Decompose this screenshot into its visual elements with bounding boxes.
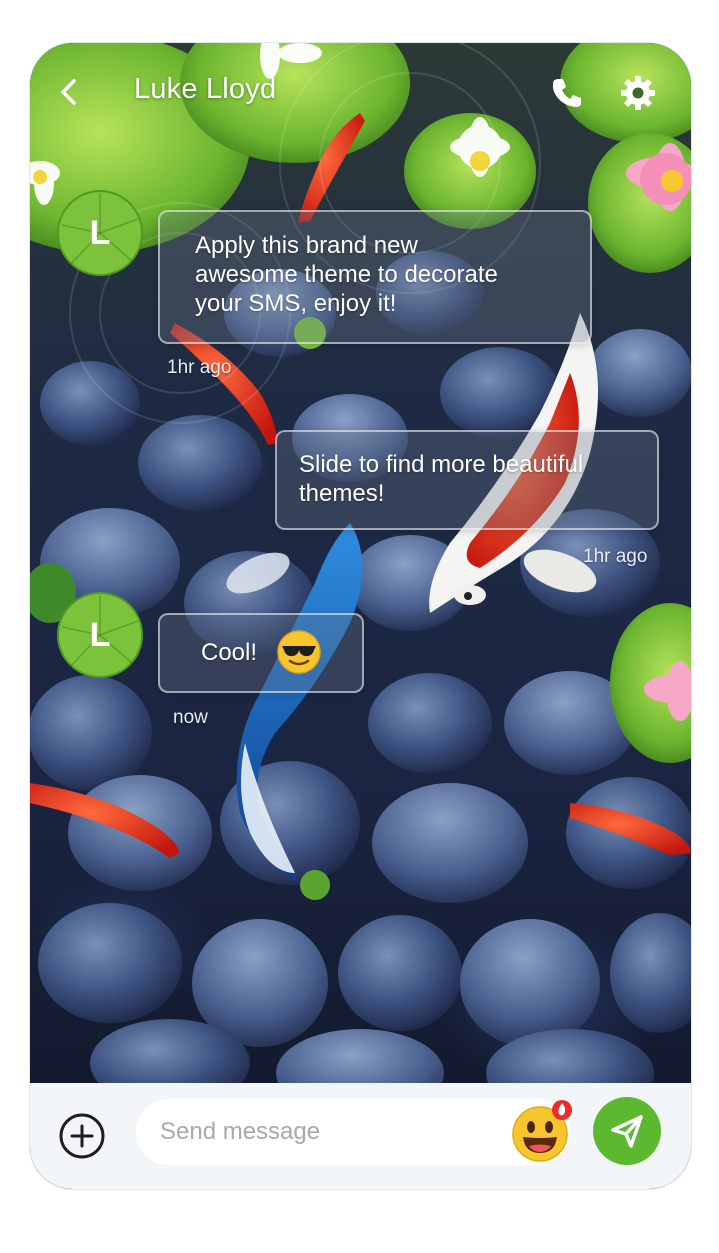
message-text: Slide to find more beautiful themes! [299,451,584,507]
smiley-emoji-icon [512,1100,572,1162]
phone-icon [552,79,581,107]
message-timestamp: now [173,707,208,728]
message-timestamp: 1hr ago [167,357,232,378]
paper-plane-icon [611,1115,643,1148]
emoji-button[interactable] [509,1099,575,1165]
incoming-message-bubble[interactable]: Cool! [158,613,364,693]
call-button[interactable] [549,75,585,111]
message-input[interactable] [136,1099,570,1165]
chevron-left-icon [61,79,76,105]
avatar-initial: L [89,616,111,654]
avatar-initial: L [89,214,111,252]
plus-circle-icon [59,1113,105,1159]
add-attachment-button[interactable] [58,1112,106,1160]
settings-button[interactable] [619,74,657,112]
sunglasses-emoji-icon [277,630,321,674]
outgoing-message-bubble[interactable]: Slide to find more beautiful themes! [275,430,659,530]
contact-avatar[interactable]: L [56,591,144,679]
message-text: Cool! [201,639,258,666]
phone-screen: Luke Lloyd L Apply this brand new awesom… [29,42,692,1190]
message-timestamp: 1hr ago [583,546,648,567]
incoming-message-bubble[interactable]: Apply this brand new awesome theme to de… [158,210,592,344]
send-button[interactable] [593,1097,661,1165]
chat-header: Luke Lloyd [30,43,691,143]
message-text: Apply this brand new awesome theme to de… [195,232,498,317]
gear-icon [621,76,655,110]
back-button[interactable] [52,75,86,109]
contact-avatar[interactable]: L [56,189,144,277]
message-composer [30,1083,691,1189]
contact-name: Luke Lloyd [134,73,277,105]
